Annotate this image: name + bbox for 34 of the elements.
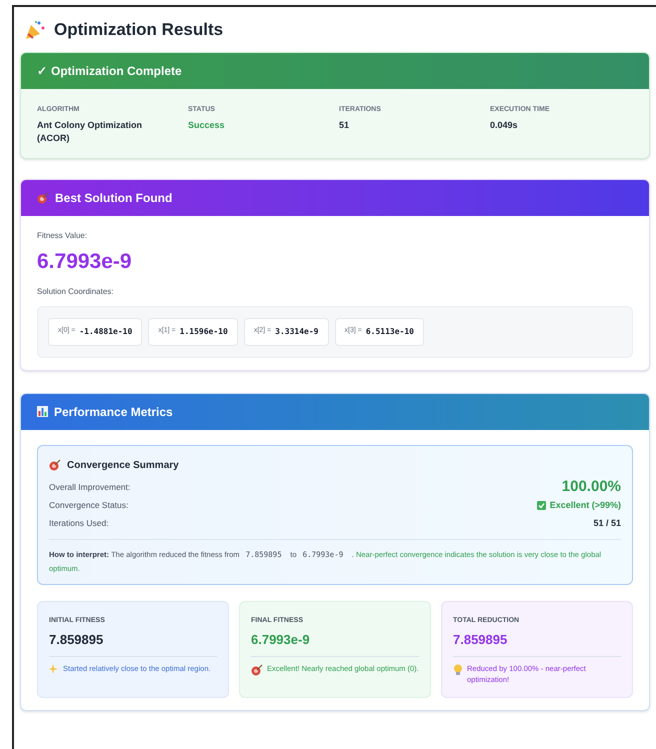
stat-value: 6.7993e-9 [251, 631, 311, 649]
coordinate-value: -1.4881e-10 [79, 326, 132, 338]
target-icon [37, 192, 49, 204]
stat-value: 7.859895 [49, 631, 104, 649]
bar-chart-icon [37, 406, 48, 417]
metric-value: 51 / 51 [593, 516, 621, 530]
card-title: Performance Metrics [54, 404, 173, 420]
coordinate-value: 3.3314e-9 [275, 326, 318, 338]
field-value: Ant Colony Optimization (ACOR) [37, 119, 143, 145]
check-box-icon [536, 501, 546, 510]
sparkles-icon [49, 664, 59, 674]
stat-value: 7.859895 [453, 631, 508, 649]
field-value: Success [188, 119, 226, 132]
check-mark: ✓ [37, 62, 47, 80]
metric-label: Convergence Status: [49, 499, 128, 512]
card-title: Optimization Complete [51, 62, 182, 80]
card-title: Best Solution Found [55, 190, 172, 207]
coordinates-label: Solution Coordinates: [37, 286, 114, 298]
target-icon [251, 664, 263, 676]
metric-label: Iterations Used: [49, 517, 109, 530]
coordinate-value: 6.5113e-10 [366, 326, 414, 338]
fitness-label: Fitness Value: [37, 230, 88, 242]
coordinate-value: 1.1596e-10 [180, 326, 228, 338]
field-value: 51 [339, 119, 350, 132]
party-popper-icon [24, 18, 46, 41]
field-value: 0.049s [490, 119, 519, 132]
metric-value: 100.00% [562, 477, 621, 498]
target-icon [49, 459, 61, 471]
metric-label: Overall Improvement: [49, 481, 130, 494]
panel-title: Convergence Summary [67, 458, 179, 472]
light-bulb-icon [453, 664, 463, 674]
fitness-value: 6.7993e-9 [37, 249, 133, 275]
page-title: Optimization Results [54, 19, 224, 41]
metric-value: Excellent (>99%) [550, 498, 621, 512]
